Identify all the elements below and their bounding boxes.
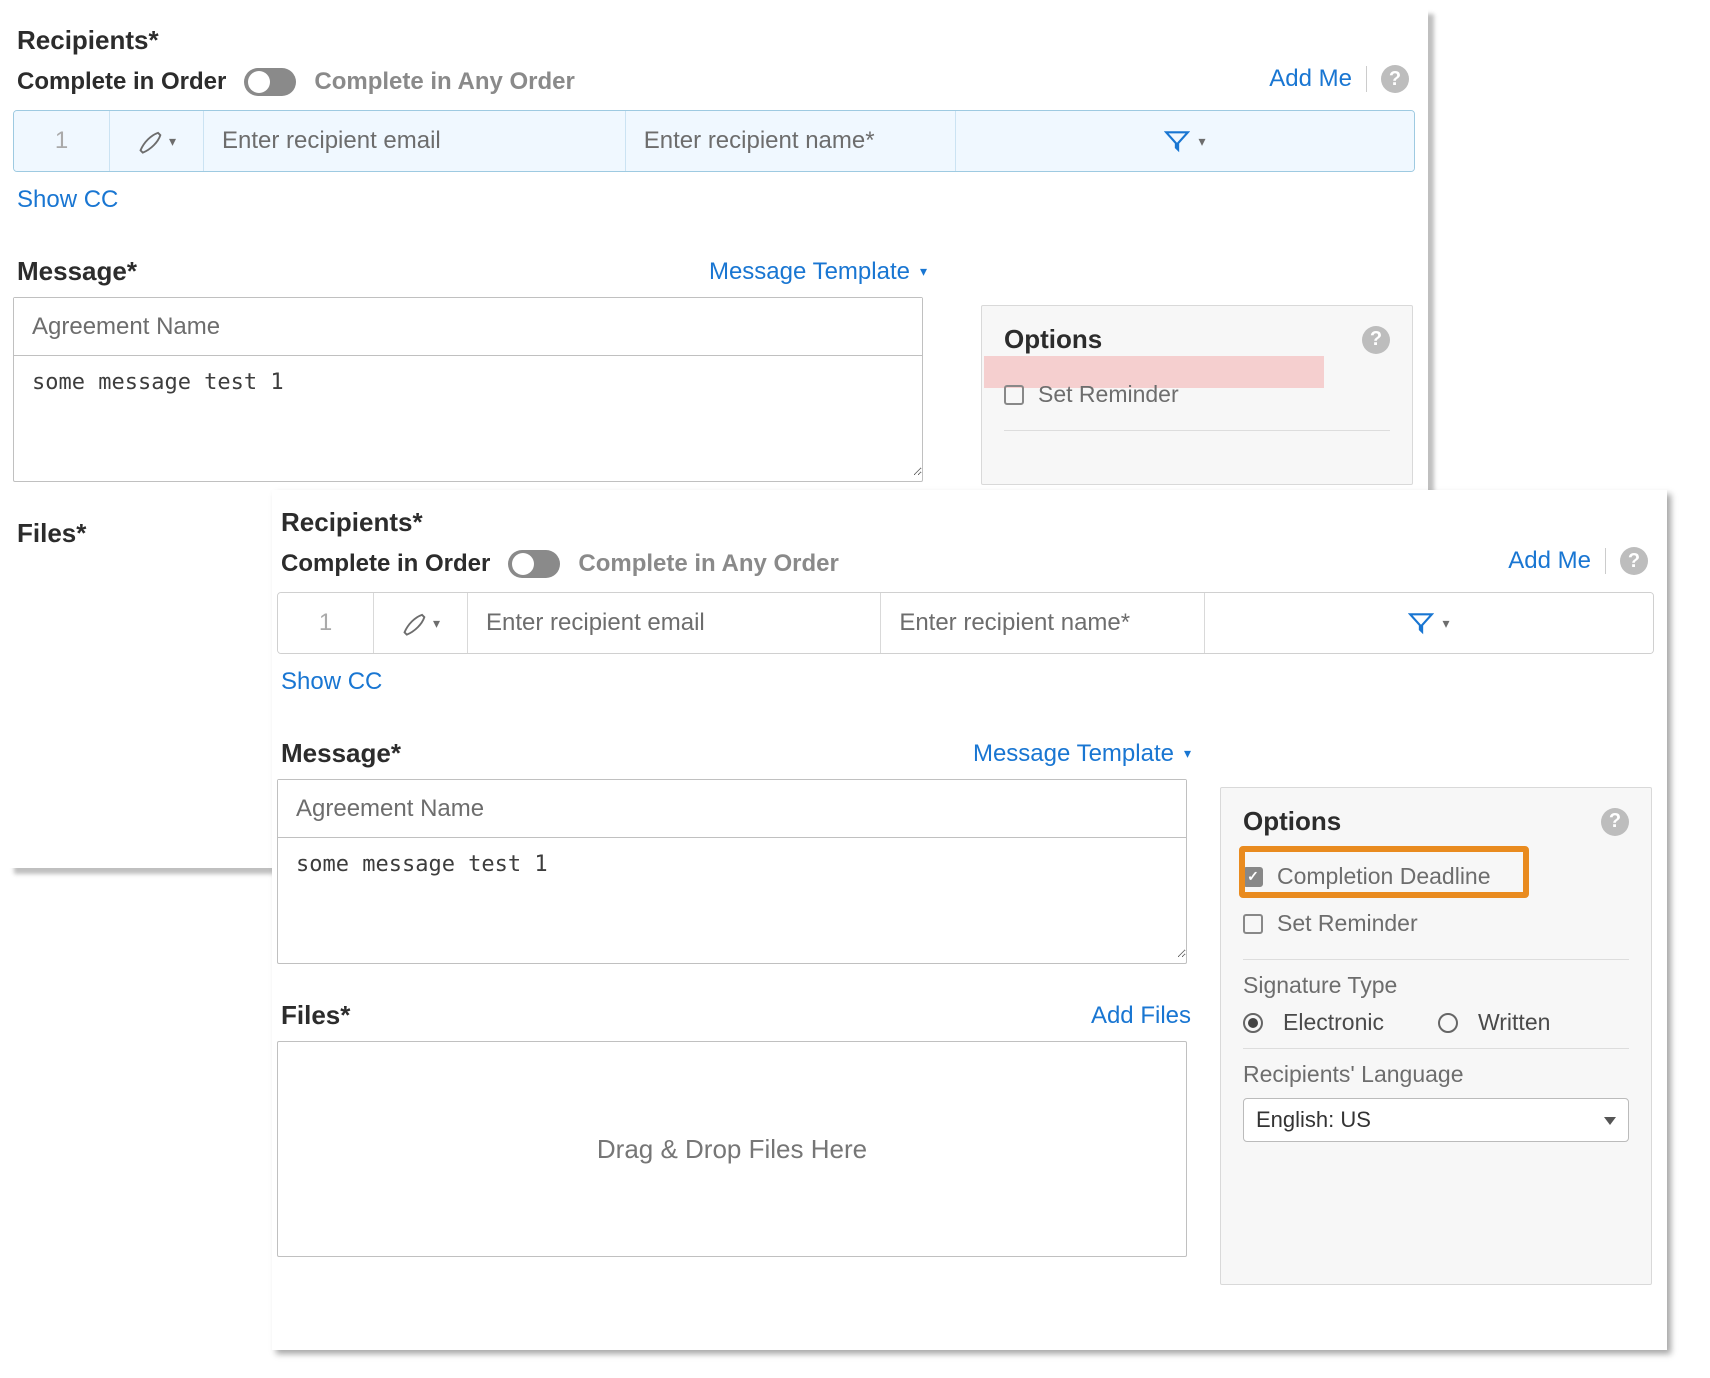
order-toggle[interactable]	[508, 550, 560, 578]
chevron-down-icon: ▾	[1442, 615, 1449, 632]
send-icon	[1164, 128, 1190, 154]
help-icon[interactable]: ?	[1620, 547, 1648, 575]
message-box: some message test 1	[277, 779, 1187, 964]
agreement-name-input[interactable]	[278, 780, 1186, 838]
message-body-input[interactable]: some message test 1	[14, 356, 922, 476]
recipient-name-input[interactable]	[644, 127, 937, 155]
language-select[interactable]: English: US	[1243, 1098, 1629, 1142]
recipient-row: 1 ▾ ▾	[13, 110, 1415, 172]
options-panel: Options ? Completion Deadline Set Remind…	[1220, 787, 1652, 1285]
help-icon[interactable]: ?	[1362, 326, 1390, 354]
options-panel: Options ? Set Reminder	[981, 305, 1413, 485]
message-box: some message test 1	[13, 297, 923, 482]
signature-electronic-label: Electronic	[1283, 1009, 1384, 1036]
complete-in-order-label: Complete in Order	[17, 68, 226, 96]
recipient-number: 1	[14, 111, 110, 171]
recipient-email-input[interactable]	[486, 609, 862, 637]
message-template-link[interactable]: Message Template ▾	[973, 740, 1191, 768]
complete-in-order-label: Complete in Order	[281, 550, 490, 578]
recipient-name-input[interactable]	[899, 609, 1186, 637]
delivery-picker[interactable]: ▾	[1205, 593, 1653, 653]
signature-written-label: Written	[1478, 1009, 1550, 1036]
message-body-input[interactable]: some message test 1	[278, 838, 1186, 958]
pen-icon	[401, 609, 429, 637]
pen-icon	[137, 127, 165, 155]
complete-any-order-label: Complete in Any Order	[578, 550, 838, 578]
send-icon	[1408, 610, 1434, 636]
recipient-row: 1 ▾ ▾	[277, 592, 1654, 654]
files-heading: Files*	[281, 1000, 350, 1031]
set-reminder-checkbox[interactable]	[1243, 914, 1263, 934]
chevron-down-icon: ▾	[433, 615, 440, 632]
chevron-down-icon: ▾	[169, 133, 176, 150]
chevron-down-icon: ▾	[1198, 133, 1205, 150]
role-picker[interactable]: ▾	[374, 593, 468, 653]
role-picker[interactable]: ▾	[110, 111, 204, 171]
help-icon[interactable]: ?	[1381, 65, 1409, 93]
files-dropzone[interactable]: Drag & Drop Files Here	[277, 1041, 1187, 1257]
recipient-number: 1	[278, 593, 374, 653]
separator	[1605, 548, 1606, 574]
signature-type-heading: Signature Type	[1243, 972, 1629, 999]
chevron-down-icon: ▾	[920, 263, 927, 280]
set-reminder-label: Set Reminder	[1277, 910, 1418, 937]
options-title: Options	[1243, 806, 1341, 837]
recipient-email-input[interactable]	[222, 127, 607, 155]
recipients-language-heading: Recipients' Language	[1243, 1061, 1629, 1088]
message-heading: Message*	[17, 256, 137, 287]
set-reminder-label: Set Reminder	[1038, 381, 1179, 408]
add-me-link[interactable]: Add Me	[1269, 65, 1352, 93]
message-template-link[interactable]: Message Template ▾	[709, 258, 927, 286]
divider	[1004, 430, 1390, 431]
recipients-heading: Recipients*	[17, 25, 1415, 56]
signature-electronic-radio[interactable]	[1243, 1013, 1263, 1033]
add-files-link[interactable]: Add Files	[1091, 1002, 1191, 1030]
agreement-name-input[interactable]	[14, 298, 922, 356]
completion-deadline-label: Completion Deadline	[1277, 863, 1491, 890]
chevron-down-icon: ▾	[1184, 745, 1191, 762]
complete-any-order-label: Complete in Any Order	[314, 68, 574, 96]
show-cc-link[interactable]: Show CC	[17, 186, 118, 213]
help-icon[interactable]: ?	[1601, 808, 1629, 836]
set-reminder-checkbox[interactable]	[1004, 385, 1024, 405]
recipients-heading: Recipients*	[281, 507, 1654, 538]
order-toggle[interactable]	[244, 68, 296, 96]
signature-written-radio[interactable]	[1438, 1013, 1458, 1033]
message-heading: Message*	[281, 738, 401, 769]
add-me-link[interactable]: Add Me	[1508, 547, 1591, 575]
separator	[1366, 66, 1367, 92]
compose-panel-front: Recipients* Complete in Order Complete i…	[272, 490, 1667, 1350]
delivery-picker[interactable]: ▾	[956, 111, 1414, 171]
show-cc-link[interactable]: Show CC	[281, 668, 382, 695]
completion-deadline-checkbox[interactable]	[1243, 867, 1263, 887]
options-title: Options	[1004, 324, 1102, 355]
divider	[1243, 1048, 1629, 1049]
divider	[1243, 959, 1629, 960]
